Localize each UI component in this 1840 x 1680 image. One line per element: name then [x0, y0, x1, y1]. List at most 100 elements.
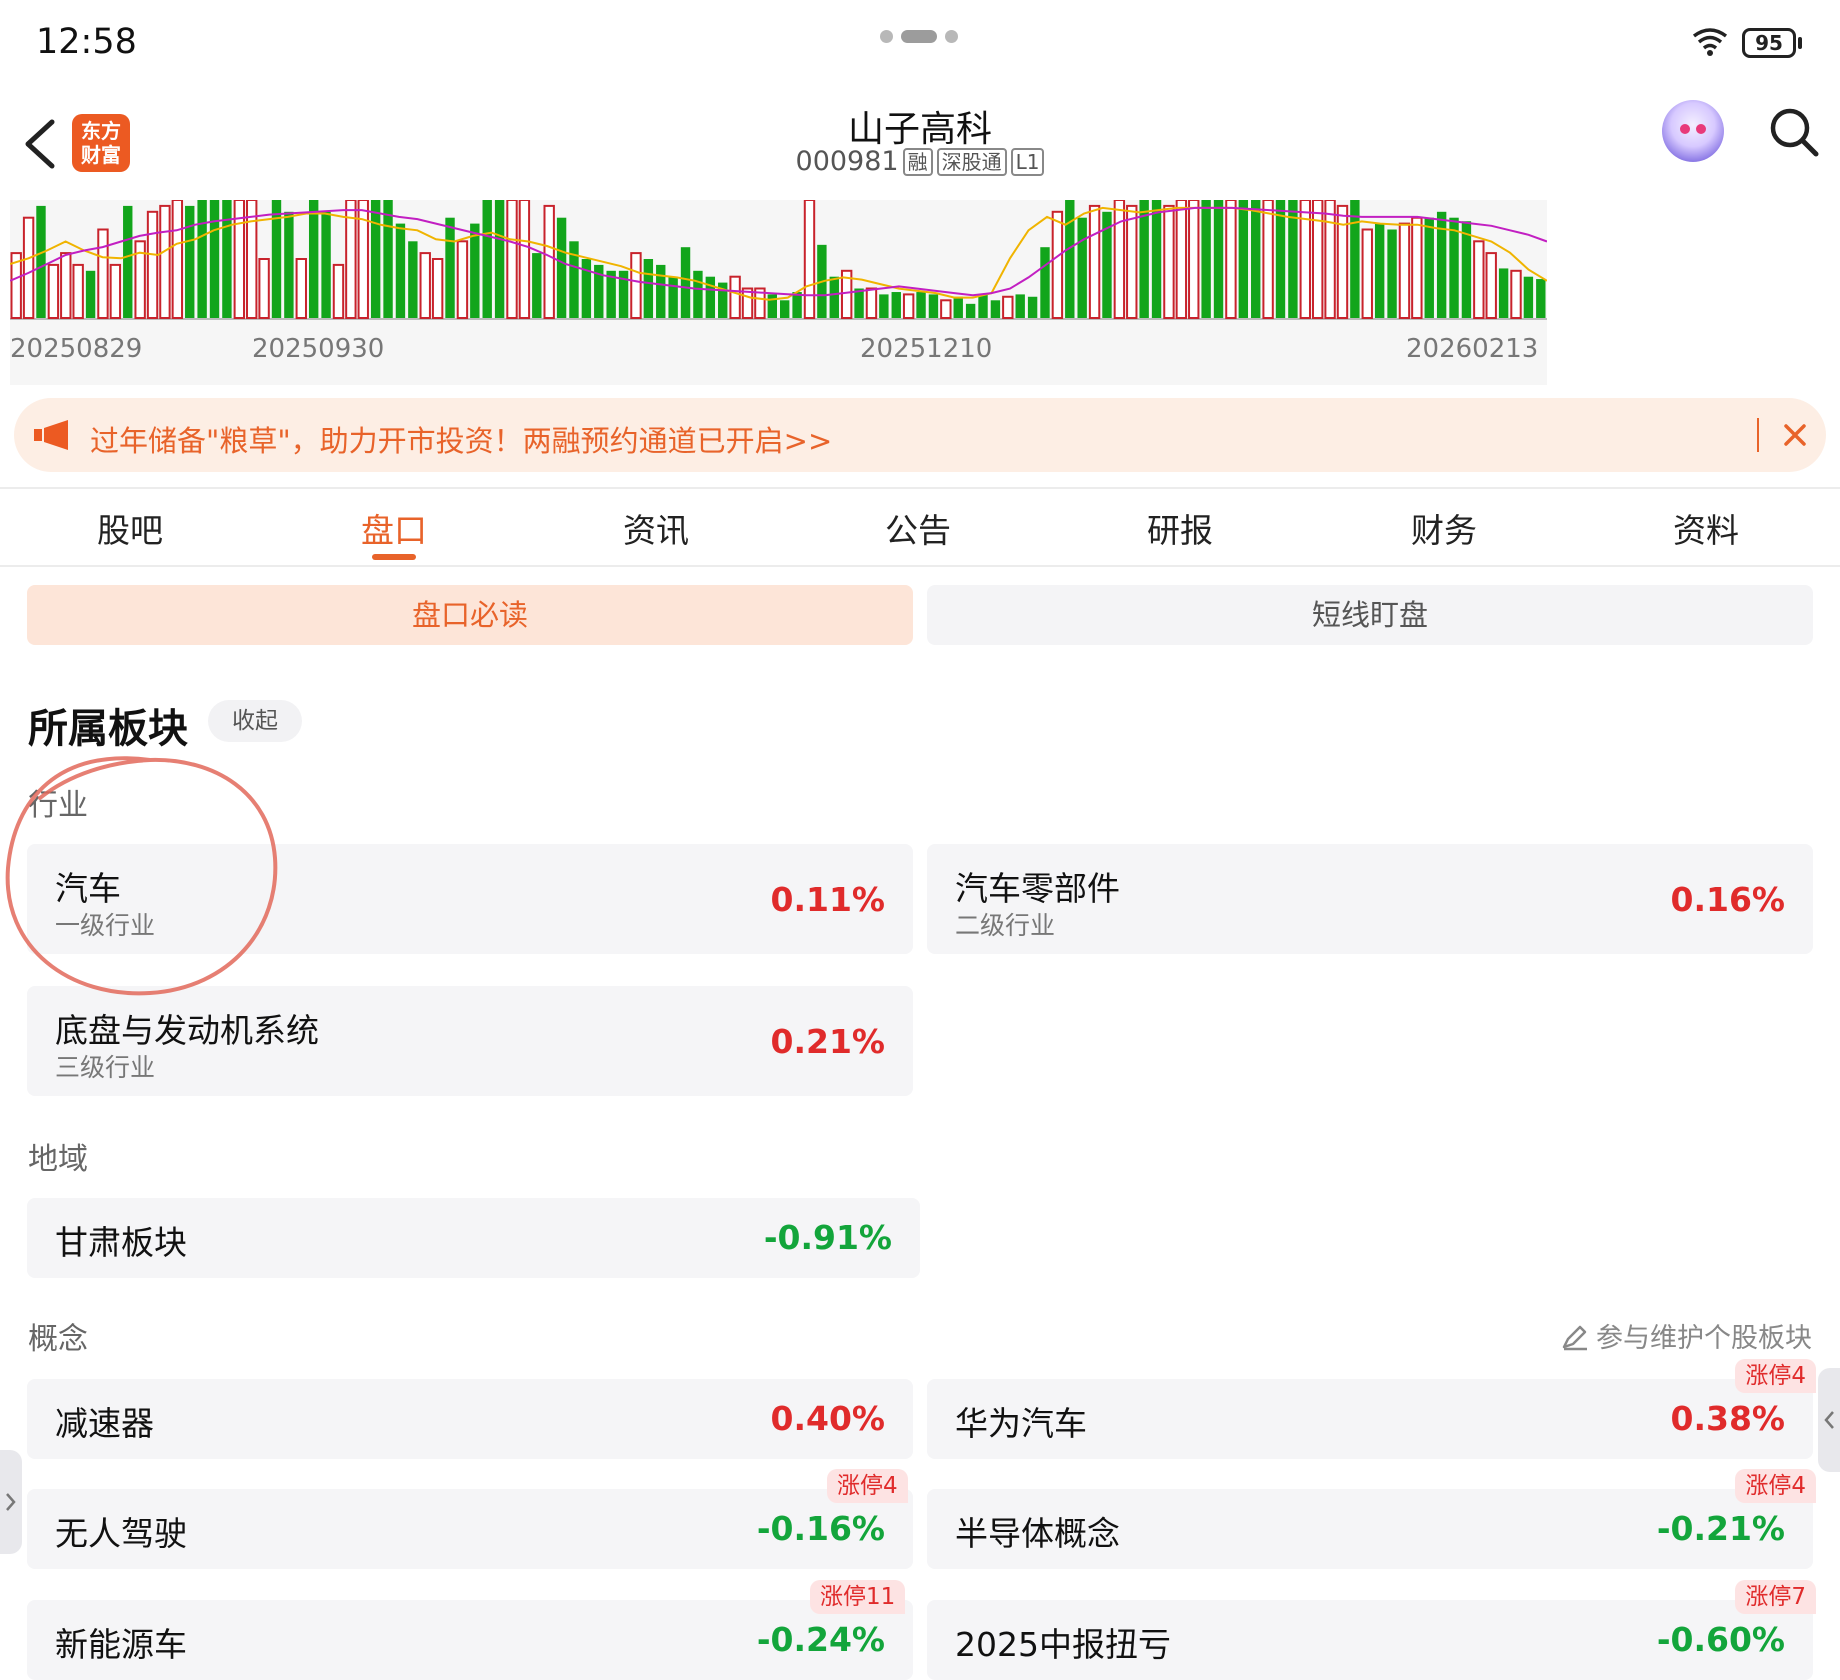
volume-bar-up	[506, 200, 518, 319]
volume-bar-up	[1051, 210, 1064, 319]
volume-bar-down	[1015, 294, 1025, 318]
concept-name: 新能源车	[55, 1625, 187, 1664]
volume-bar-up	[1002, 295, 1014, 320]
volume-bar-up	[1188, 200, 1200, 319]
volume-bar-up	[1473, 240, 1485, 319]
concept-card-huawei-auto[interactable]: 华为汽车 0.38%	[927, 1379, 1813, 1459]
tab-research[interactable]: 研报	[1080, 504, 1280, 552]
volume-bar-up	[518, 200, 531, 319]
volume-bar-down	[470, 223, 480, 318]
volume-bar-down	[854, 288, 864, 318]
tab-finance[interactable]: 财务	[1344, 504, 1544, 552]
volume-bar-down	[532, 253, 542, 318]
volume-bar-up	[803, 200, 816, 319]
banner-text[interactable]: 过年储备"粮草"，助力开市投资！两融预约通道已开启>>	[90, 418, 832, 460]
wifi-icon	[1692, 28, 1728, 56]
volume-bar-down	[1449, 217, 1459, 318]
sector-card-auto-parts[interactable]: 汽车零部件 二级行业 0.16%	[927, 844, 1813, 954]
volume-bar-up	[1411, 216, 1423, 320]
sector-card-gansu[interactable]: 甘肃板块 -0.91%	[27, 1198, 920, 1278]
group-label-region: 地域	[28, 1142, 88, 1177]
volume-bar-up	[865, 287, 878, 319]
volume-bar-down	[1139, 200, 1149, 318]
concept-card-reducer[interactable]: 减速器 0.40%	[27, 1379, 913, 1459]
banner-divider	[1757, 418, 1759, 452]
segment-short-term-watch[interactable]: 短线盯盘	[927, 585, 1813, 645]
status-time: 12:58	[36, 22, 137, 62]
volume-bar-up	[47, 263, 60, 319]
volume-bar-up	[22, 216, 35, 320]
volume-bar-down	[36, 205, 46, 318]
sector-level: 二级行业	[955, 911, 1056, 940]
segment-pankou-must-read[interactable]: 盘口必读	[27, 585, 913, 645]
volume-bar-up	[1262, 200, 1274, 319]
stock-name: 山子高科	[847, 109, 992, 150]
concept-name: 2025中报扭亏	[955, 1625, 1171, 1664]
concept-name: 华为汽车	[955, 1404, 1087, 1443]
volume-bar-up	[1485, 252, 1497, 319]
volume-bar-down	[209, 200, 220, 318]
volume-bar-up	[1126, 204, 1138, 319]
x-tick-label: 20251210	[860, 334, 993, 364]
volume-bar-up	[332, 263, 345, 319]
tab-announcements[interactable]: 公告	[818, 504, 1018, 552]
right-edge-handle[interactable]	[1818, 1368, 1840, 1472]
sector-change: 0.16%	[1670, 880, 1786, 919]
section-title: 所属板块	[28, 706, 188, 752]
volume-bar-down	[308, 200, 319, 318]
concept-name: 无人驾驶	[55, 1514, 187, 1553]
chevron-left-icon	[1824, 1411, 1834, 1429]
close-icon[interactable]	[1780, 420, 1810, 450]
volume-bar-down	[1498, 268, 1509, 318]
concept-change: -0.60%	[1656, 1620, 1785, 1659]
app-logo[interactable]: 东方 财富	[72, 114, 130, 172]
back-icon[interactable]	[20, 116, 60, 172]
stock-code-row: 000981 融 深股通 L1	[620, 146, 1220, 177]
volume-bar-down	[1374, 223, 1385, 318]
volume-bar-down	[1523, 276, 1534, 318]
volume-bar-up	[159, 204, 171, 319]
concept-name: 半导体概念	[955, 1514, 1120, 1553]
volume-bar-down	[185, 205, 195, 318]
sector-level: 三级行业	[55, 1053, 156, 1082]
maintain-sectors-link[interactable]: 参与维护个股板块	[1560, 1316, 1812, 1355]
volume-bar-up	[1510, 269, 1522, 320]
concept-card-autonomous-driving[interactable]: 无人驾驶 -0.16%	[27, 1489, 913, 1569]
volume-bar-down	[829, 276, 839, 318]
multitask-handle[interactable]	[880, 30, 958, 43]
volume-bar-up	[72, 263, 84, 319]
collapse-button[interactable]: 收起	[208, 700, 302, 742]
concept-card-2025-interim-turnaround[interactable]: 2025中报扭亏 -0.60%	[927, 1600, 1813, 1680]
left-edge-handle[interactable]	[0, 1450, 22, 1554]
volume-bar-up	[1336, 204, 1349, 319]
tab-active-indicator	[372, 554, 416, 560]
volume-bar-down	[1151, 200, 1162, 318]
concept-change: 0.38%	[1670, 1399, 1786, 1438]
volume-chart[interactable]	[10, 200, 1547, 328]
sector-change: -0.91%	[763, 1218, 892, 1257]
volume-bar-down	[1238, 200, 1249, 318]
battery-indicator: 95	[1742, 28, 1796, 58]
concept-card-new-energy-vehicle[interactable]: 新能源车 -0.24%	[27, 1600, 913, 1680]
volume-bar-up	[543, 204, 555, 319]
tab-news[interactable]: 资讯	[556, 504, 756, 552]
volume-bar-up	[630, 252, 642, 319]
volume-bar-up	[1113, 200, 1126, 319]
volume-bar-down	[978, 294, 988, 318]
tab-profile[interactable]: 资料	[1606, 504, 1806, 552]
tab-pankou[interactable]: 盘口	[294, 504, 494, 552]
volume-bar-down	[891, 292, 901, 318]
concept-card-semiconductor[interactable]: 半导体概念 -0.21%	[927, 1489, 1813, 1569]
volume-bar-up	[1175, 200, 1188, 319]
battery-level: 95	[1755, 31, 1783, 55]
assistant-robot-icon[interactable]	[1662, 100, 1724, 162]
volume-bar-up	[729, 275, 741, 319]
volume-bar-down	[1213, 200, 1224, 318]
volume-bar-up	[419, 252, 431, 319]
volume-bar-down	[321, 211, 331, 318]
volume-bar-down	[705, 276, 716, 318]
volume-bar-down	[1424, 217, 1434, 318]
tab-guba[interactable]: 股吧	[30, 504, 230, 552]
search-icon[interactable]	[1768, 106, 1820, 158]
volume-bar-down	[445, 217, 455, 318]
